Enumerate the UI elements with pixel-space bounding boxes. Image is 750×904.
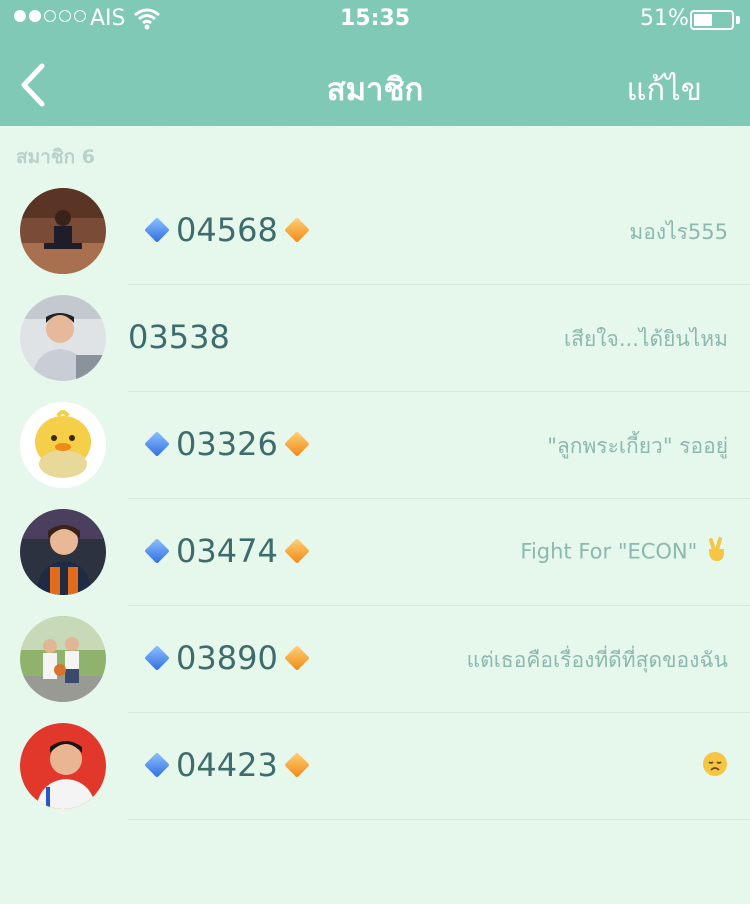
member-row[interactable]: 04568 มองไร555 — [0, 178, 750, 285]
avatar — [20, 188, 106, 274]
member-name-group: 03474 — [138, 532, 316, 570]
orange-diamond-icon — [284, 217, 310, 243]
member-row[interactable]: 04423 — [0, 713, 750, 820]
victory-hand-emoji-icon — [704, 537, 728, 568]
orange-diamond-icon — [284, 538, 310, 564]
member-name: 03326 — [176, 425, 278, 463]
clock-time: 15:35 — [339, 6, 411, 31]
avatar — [20, 723, 106, 809]
edit-button[interactable]: แก้ไข — [626, 64, 702, 114]
member-name: 03890 — [176, 639, 278, 677]
member-name-group: 03890 — [138, 639, 316, 677]
member-name-group: 04568 — [138, 211, 316, 249]
member-row[interactable]: 03890 แต่เธอคือเรื่องที่ดีที่สุดของฉัน — [0, 606, 750, 713]
member-name: 04568 — [176, 211, 278, 249]
member-status: มองไร555 — [629, 216, 728, 249]
app-header: AIS 15:35 51% สมาชิก แก้ไข — [0, 0, 750, 126]
battery-percent: 51% — [640, 6, 689, 31]
row-divider — [128, 819, 750, 820]
avatar — [20, 616, 106, 702]
member-row[interactable]: 03538 เสียใจ...ได้ยินไหม — [0, 285, 750, 392]
member-status: "ลูกพระเกี้ยว" รออยู่ — [547, 430, 728, 463]
member-status-text: แต่เธอคือเรื่องที่ดีที่สุดของฉัน — [466, 648, 728, 672]
member-count-label: สมาชิก 6 — [16, 146, 96, 168]
member-row[interactable]: 03474 Fight For "ECON" — [0, 499, 750, 606]
avatar — [20, 295, 106, 381]
member-name-group: 04423 — [138, 746, 316, 784]
member-name: 03538 — [128, 318, 230, 356]
member-status — [702, 751, 728, 777]
battery-tip — [736, 16, 740, 24]
avatar — [20, 509, 106, 595]
member-status: แต่เธอคือเรื่องที่ดีที่สุดของฉัน — [467, 644, 728, 677]
member-status-text: Fight For "ECON" — [520, 539, 698, 564]
battery-icon — [690, 10, 734, 30]
member-name-group: 03538 — [128, 318, 230, 356]
member-name: 03474 — [176, 532, 278, 570]
blue-diamond-icon — [144, 538, 170, 564]
avatar — [20, 402, 106, 488]
member-status-text: มองไร555 — [629, 220, 728, 244]
member-status: Fight For "ECON" — [520, 537, 728, 568]
member-status-text: "ลูกพระเกี้ยว" รออยู่ — [547, 434, 728, 458]
member-name: 04423 — [176, 746, 278, 784]
blue-diamond-icon — [144, 217, 170, 243]
status-bar: AIS 15:35 51% — [0, 0, 750, 40]
disappointed-face-emoji-icon — [702, 751, 728, 777]
battery-level-fill — [694, 14, 712, 26]
orange-diamond-icon — [284, 645, 310, 671]
member-status: เสียใจ...ได้ยินไหม — [564, 323, 728, 356]
member-row[interactable]: 03326 "ลูกพระเกี้ยว" รออยู่ — [0, 392, 750, 499]
blue-diamond-icon — [144, 431, 170, 457]
header-wave-divider — [0, 116, 750, 126]
member-name-group: 03326 — [138, 425, 316, 463]
member-status-text: เสียใจ...ได้ยินไหม — [564, 327, 728, 351]
orange-diamond-icon — [284, 752, 310, 778]
blue-diamond-icon — [144, 752, 170, 778]
orange-diamond-icon — [284, 431, 310, 457]
blue-diamond-icon — [144, 645, 170, 671]
member-list: 04568 มองไร555 03538 เสียใจ...ได้ยินไหม — [0, 178, 750, 820]
